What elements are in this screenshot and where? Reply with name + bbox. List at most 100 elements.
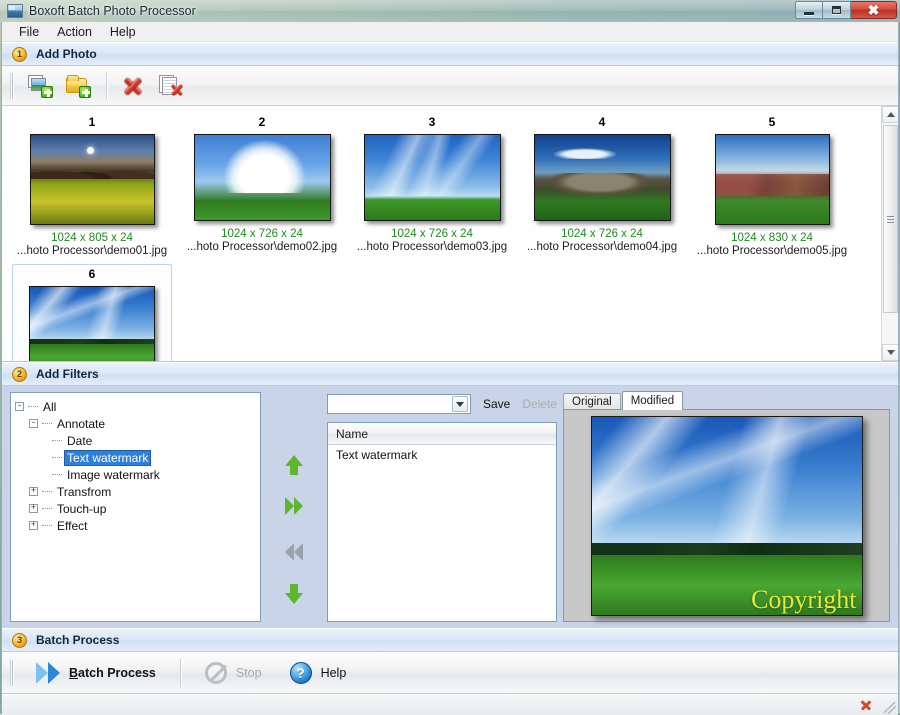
- preset-input[interactable]: [330, 396, 450, 412]
- delete-icon: [122, 75, 144, 97]
- scroll-up-button[interactable]: [882, 106, 898, 123]
- thumbnail-image[interactable]: [29, 134, 155, 225]
- delete-preset-button[interactable]: Delete: [522, 397, 557, 411]
- preset-combo[interactable]: [327, 394, 471, 414]
- tab-modified[interactable]: Modified: [621, 391, 684, 410]
- delete-photo-button[interactable]: [115, 70, 151, 102]
- filter-tree-node[interactable]: + Touch-up: [15, 500, 256, 517]
- preset-row: Save Delete: [327, 394, 557, 414]
- chevron-double-left-icon: [285, 543, 304, 561]
- move-down-button[interactable]: [280, 583, 308, 610]
- filter-list-row[interactable]: Text watermark: [328, 445, 556, 465]
- title-bar[interactable]: Boxoft Batch Photo Processor ✖: [0, 0, 900, 22]
- selected-filters-list[interactable]: Name Text watermark: [327, 422, 558, 622]
- thumbnail-number: 2: [258, 115, 266, 129]
- photo-list-scrollbar[interactable]: [881, 106, 898, 361]
- thumbnail-image[interactable]: [29, 286, 155, 361]
- client-area: File Action Help 1 Add Photo 1 1024 x 80…: [1, 22, 899, 715]
- preset-dropdown-button[interactable]: [452, 396, 468, 412]
- thumbnail-item[interactable]: 1 1024 x 805 x 24 ...hoto Processor\demo01…: [12, 112, 172, 262]
- filters-body: - All - Annotate Date Text watermark Image wat…: [2, 386, 898, 628]
- filter-list-row-name: Text watermark: [336, 448, 418, 462]
- add-folder-button[interactable]: [60, 70, 96, 102]
- stop-label: Stop: [235, 665, 262, 680]
- remove-filter-button[interactable]: [280, 540, 308, 564]
- clear-all-button[interactable]: [153, 70, 189, 102]
- menu-help[interactable]: Help: [101, 23, 145, 41]
- tree-expander-icon[interactable]: +: [29, 521, 38, 530]
- window-title: Boxoft Batch Photo Processor: [29, 4, 196, 18]
- tree-expander-icon[interactable]: -: [15, 402, 24, 411]
- stop-icon: [204, 661, 227, 684]
- toolbar-grip[interactable]: [10, 72, 14, 99]
- filter-list-column-name[interactable]: Name: [328, 423, 557, 445]
- thumbnail-dimensions: 1024 x 805 x 24: [51, 232, 133, 244]
- menu-file[interactable]: File: [10, 23, 48, 41]
- thumbnail-dimensions: 1024 x 830 x 24: [731, 232, 813, 244]
- batch-toolbar-grip[interactable]: [10, 659, 14, 686]
- preview-image: Copyright: [590, 415, 863, 616]
- tree-expander-icon[interactable]: +: [29, 487, 38, 496]
- add-photos-button[interactable]: [22, 70, 58, 102]
- filter-tree-node[interactable]: Date: [15, 432, 256, 449]
- step-badge-2: 2: [12, 366, 27, 382]
- section-title-add-photo: Add Photo: [36, 47, 97, 61]
- filter-tree[interactable]: - All - Annotate Date Text watermark Image wat…: [10, 392, 262, 622]
- toolbar-separator: [106, 72, 107, 99]
- filter-tree-label: Text watermark: [63, 449, 152, 466]
- tree-connector-icon: [52, 440, 62, 441]
- save-preset-button[interactable]: Save: [483, 397, 510, 411]
- filter-tree-node[interactable]: Text watermark: [15, 449, 256, 466]
- thumbnail-item[interactable]: 4 1024 x 726 x 24 ...hoto Processor\demo04…: [522, 112, 682, 262]
- scrollbar-grip-icon: [887, 215, 894, 223]
- move-up-button[interactable]: [280, 448, 308, 475]
- tree-expander-icon[interactable]: +: [29, 504, 38, 513]
- app-window: Boxoft Batch Photo Processor ✖ File Acti…: [0, 0, 900, 715]
- batch-separator: [179, 658, 181, 687]
- thumbnail-grid: 1 1024 x 805 x 24 ...hoto Processor\demo01…: [2, 106, 881, 361]
- resize-grip-icon[interactable]: [884, 702, 896, 714]
- filter-tree-node[interactable]: Image watermark: [15, 466, 256, 483]
- thumbnail-path: ...hoto Processor\demo04.jpg: [526, 241, 678, 253]
- thumbnail-item[interactable]: 6: [12, 264, 172, 361]
- app-icon: [7, 4, 23, 18]
- filter-transfer-buttons: [261, 386, 327, 628]
- thumbnail-item[interactable]: 2 1024 x 726 x 24 ...hoto Processor\demo02…: [182, 112, 342, 262]
- watermark-text: Copyright: [751, 584, 857, 614]
- filter-tree-node[interactable]: - All: [15, 398, 256, 415]
- thumbnail-image[interactable]: [533, 134, 671, 221]
- thumbnail-image[interactable]: [363, 134, 501, 221]
- thumbnail-path: ...hoto Processor\demo05.jpg: [696, 245, 848, 257]
- maximize-button[interactable]: [823, 1, 851, 19]
- filter-list-panel: Save Delete Name Text watermark: [327, 386, 563, 628]
- tree-expander-icon[interactable]: -: [29, 419, 38, 428]
- batch-toolbar: Batch Process Stop ? Help: [2, 652, 898, 694]
- filter-tree-node[interactable]: + Effect: [15, 517, 256, 534]
- preview-tabs: Original Modified: [563, 391, 890, 410]
- filter-tree-node[interactable]: + Transfrom: [15, 483, 256, 500]
- close-button[interactable]: ✖: [851, 1, 897, 19]
- thumbnail-item[interactable]: 3 1024 x 726 x 24 ...hoto Processor\demo03…: [352, 112, 512, 262]
- status-bar: [2, 694, 898, 715]
- thumbnail-item[interactable]: 5 1024 x 830 x 24 ...hoto Processor\demo05…: [692, 112, 852, 262]
- chevron-down-icon: [886, 350, 895, 355]
- thumbnail-number: 5: [768, 115, 776, 129]
- add-filter-button[interactable]: [280, 494, 308, 518]
- add-folder-icon: [66, 74, 91, 98]
- arrow-up-icon: [285, 454, 304, 475]
- filter-tree-node[interactable]: - Annotate: [15, 415, 256, 432]
- section-title-batch-process: Batch Process: [36, 633, 120, 647]
- thumbnail-image[interactable]: [714, 134, 830, 225]
- scrollbar-thumb[interactable]: [883, 125, 898, 313]
- minimize-button[interactable]: [795, 1, 823, 19]
- stop-button[interactable]: Stop: [191, 656, 276, 690]
- thumbnail-image[interactable]: [193, 134, 331, 221]
- thumbnail-path: ...hoto Processor\demo01.jpg: [16, 245, 168, 257]
- menu-action[interactable]: Action: [48, 23, 101, 41]
- tab-original[interactable]: Original: [563, 393, 621, 410]
- photo-list-panel: 1 1024 x 805 x 24 ...hoto Processor\demo01…: [2, 106, 898, 362]
- red-x-icon[interactable]: [860, 699, 872, 711]
- help-button[interactable]: ? Help: [276, 656, 361, 690]
- scroll-down-button[interactable]: [882, 344, 898, 361]
- batch-process-button[interactable]: Batch Process: [22, 656, 170, 690]
